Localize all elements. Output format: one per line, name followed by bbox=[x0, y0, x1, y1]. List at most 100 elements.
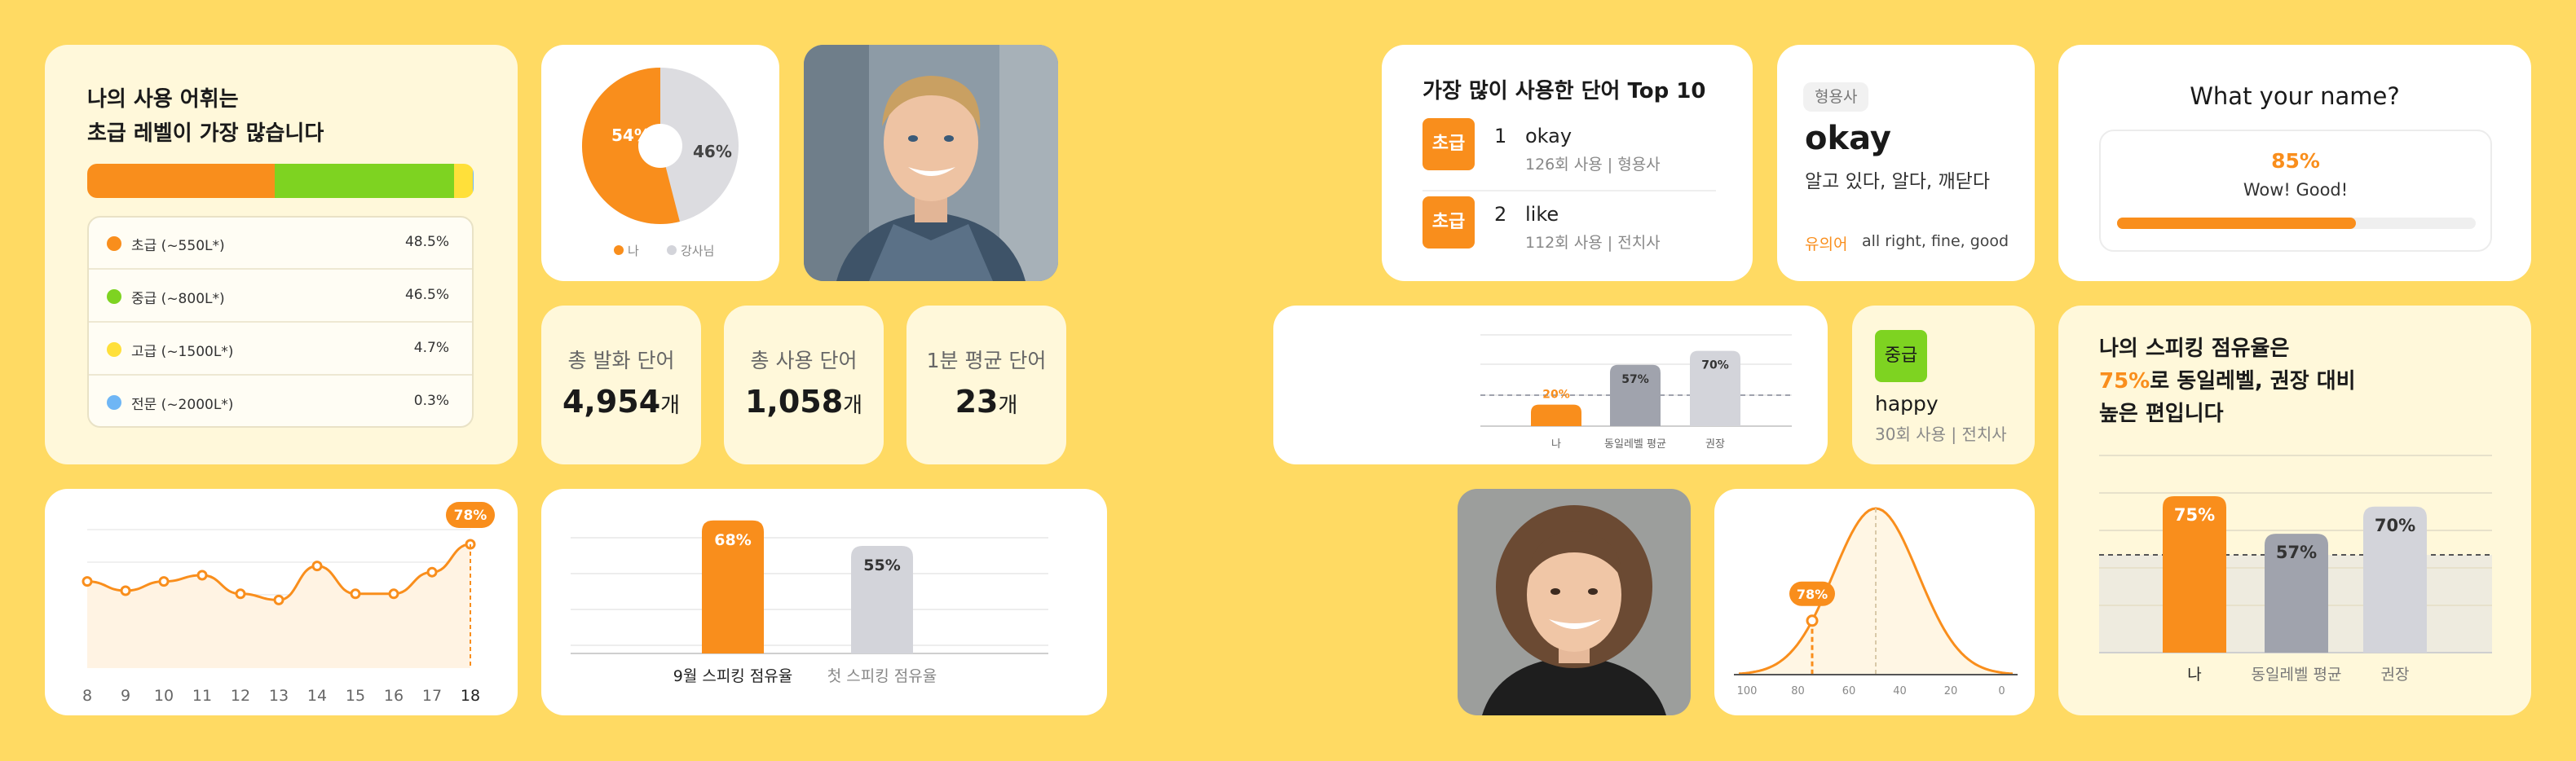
synonym-label: 유의어 bbox=[1805, 235, 1848, 253]
stacked-bar-segment bbox=[274, 164, 455, 198]
comparison-bar-label: 나 bbox=[2187, 666, 2201, 684]
level-badge: 중급 bbox=[1875, 330, 1927, 382]
stat-card-avg-per-minute: 1분 평균 단어 23개 bbox=[906, 306, 1066, 464]
line-point bbox=[196, 570, 208, 581]
beginner-dot-icon bbox=[107, 236, 121, 251]
intermediate-word-card[interactable]: 중급 happy 30회 사용 | 전치사 bbox=[1852, 306, 2035, 464]
legend-value: 0.3% bbox=[413, 393, 449, 409]
bell-curve-chart: 78% 100 80 60 40 20 0 bbox=[1734, 507, 2018, 697]
donut-label-tutor: 46% bbox=[693, 142, 732, 161]
stat-label: 1분 평균 단어 bbox=[926, 349, 1047, 372]
line-point bbox=[120, 585, 131, 596]
x-tick-label: 15 bbox=[346, 687, 365, 705]
word-rank: 2 bbox=[1494, 203, 1507, 226]
x-tick-label: 18 bbox=[461, 687, 480, 705]
name-question-title: What your name? bbox=[2190, 82, 2400, 110]
level-badge: 초급 bbox=[1423, 196, 1475, 249]
legend-me-label: 나 bbox=[628, 244, 639, 258]
donut-chart: 54% 46% 나 강사님 bbox=[582, 68, 739, 258]
stat-card-total-spoken: 총 발화 단어 4,954개 bbox=[541, 306, 701, 464]
legend-row-beginner: 초급 (~550L*) 48.5% bbox=[89, 218, 472, 270]
x-tick-label: 12 bbox=[231, 687, 250, 705]
word-meta: 126회 사용 | 형용사 bbox=[1525, 156, 1661, 174]
peak-label: 78% bbox=[454, 508, 487, 524]
woman-illustration-icon bbox=[1458, 489, 1691, 715]
word-text: like bbox=[1525, 203, 1559, 226]
name-score-card: What your name? 85% Wow! Good! bbox=[2058, 45, 2531, 281]
speaking-share-card: 68% 9월 스피킹 점유율 55% 첫 스피킹 점유율 bbox=[541, 489, 1107, 715]
mini-bar bbox=[1531, 404, 1581, 426]
stat-number: 23 bbox=[955, 384, 999, 420]
score-value: 85% bbox=[2271, 149, 2320, 173]
bell-curve-card: 78% 100 80 60 40 20 0 bbox=[1714, 489, 2035, 715]
speaking-ratio-donut-card: 54% 46% 나 강사님 bbox=[541, 45, 779, 281]
top-words-title: 가장 많이 사용한 단어 Top 10 bbox=[1423, 79, 1706, 103]
stat-value: 1,058개 bbox=[724, 384, 884, 420]
man-illustration-icon bbox=[804, 45, 1058, 281]
x-tick-label: 10 bbox=[154, 687, 174, 705]
stat-number: 1,058 bbox=[744, 384, 844, 420]
share-bar-label: 첫 스피킹 점유율 bbox=[827, 667, 937, 685]
vocab-title-line2: 초급 레벨이 가장 많습니다 bbox=[87, 121, 324, 146]
mini-bar-value: 70% bbox=[1701, 359, 1729, 372]
legend-label: 초급 (~550L*) bbox=[131, 238, 225, 254]
stat-card-total-used: 총 사용 단어 1,058개 bbox=[724, 306, 884, 464]
x-tick-label: 9 bbox=[121, 687, 130, 705]
stacked-bar-segment bbox=[472, 164, 474, 198]
detail-meaning: 알고 있다, 알다, 깨닫다 bbox=[1805, 171, 1990, 192]
score-progress-track bbox=[2117, 218, 2476, 229]
line-point bbox=[426, 566, 438, 578]
trend-line-card: 78% 8 9 10 11 12 13 14 15 16 17 18 bbox=[45, 489, 518, 715]
mini-share-card: 20% 나 57% 동일레벨 평균 70% 권장 bbox=[1273, 306, 1828, 464]
legend-tutor-label: 강사님 bbox=[681, 244, 714, 258]
line-point bbox=[273, 594, 285, 605]
line-point bbox=[82, 576, 93, 587]
trend-line-chart: 78% 8 9 10 11 12 13 14 15 16 17 18 bbox=[82, 502, 495, 705]
line-point bbox=[388, 588, 399, 600]
score-box: 85% Wow! Good! bbox=[2099, 130, 2492, 252]
legend-value: 46.5% bbox=[404, 287, 449, 303]
stat-label: 총 사용 단어 bbox=[750, 349, 858, 372]
legend-row-expert: 전문 (~2000L*) 0.3% bbox=[89, 376, 472, 429]
share-bar-value: 55% bbox=[863, 556, 900, 574]
top-word-item[interactable]: 초급 1 okay 126회 사용 | 형용사 bbox=[1423, 118, 1716, 191]
comparison-bar-value: 70% bbox=[2375, 516, 2415, 535]
vocab-stacked-bar bbox=[87, 164, 474, 198]
x-tick-label: 14 bbox=[307, 687, 327, 705]
comparison-bar-chart: 75% 나 57% 동일레벨 평균 70% 권장 bbox=[2099, 455, 2492, 684]
stat-unit: 개 bbox=[998, 394, 1018, 418]
word-meta: 30회 사용 | 전치사 bbox=[1875, 424, 2007, 444]
stat-value: 23개 bbox=[906, 384, 1066, 420]
legend-label: 중급 (~800L*) bbox=[131, 291, 225, 307]
synonym-list: all right, fine, good bbox=[1862, 232, 2009, 250]
line-point bbox=[235, 588, 246, 600]
comparison-bar-label: 동일레벨 평균 bbox=[2252, 666, 2342, 684]
x-tick-label: 0 bbox=[1998, 685, 2005, 697]
donut-label-me: 54% bbox=[611, 125, 651, 145]
legend-row-intermediate: 중급 (~800L*) 46.5% bbox=[89, 271, 472, 323]
word-rank: 1 bbox=[1494, 125, 1507, 147]
comparison-bar-label: 권장 bbox=[2381, 666, 2410, 684]
x-tick-label: 17 bbox=[422, 687, 442, 705]
x-tick-label: 100 bbox=[1737, 685, 1758, 697]
x-tick-label: 16 bbox=[384, 687, 404, 705]
legend-label: 고급 (~1500L*) bbox=[131, 344, 234, 360]
line-point bbox=[158, 576, 170, 587]
line-point bbox=[350, 588, 361, 600]
mini-bar-label: 동일레벨 평균 bbox=[1604, 438, 1666, 451]
score-progress-fill bbox=[2117, 218, 2357, 229]
legend-tutor-dot-icon bbox=[667, 245, 677, 255]
speaking-share-chart: 68% 9월 스피킹 점유율 55% 첫 스피킹 점유율 bbox=[571, 520, 1048, 685]
stat-unit: 개 bbox=[843, 394, 863, 418]
marker-label: 78% bbox=[1797, 587, 1828, 602]
advanced-dot-icon bbox=[107, 342, 121, 357]
top-word-item[interactable]: 초급 2 like 112회 사용 | 전치사 bbox=[1423, 196, 1716, 262]
mini-bar-label: 나 bbox=[1551, 438, 1561, 451]
x-tick-label: 13 bbox=[269, 687, 289, 705]
level-badge: 초급 bbox=[1423, 118, 1475, 170]
score-comment: Wow! Good! bbox=[2243, 180, 2349, 200]
mini-share-chart: 20% 나 57% 동일레벨 평균 70% 권장 bbox=[1480, 334, 1792, 451]
x-tick-label: 8 bbox=[82, 687, 92, 705]
profile-photo-man bbox=[804, 45, 1058, 281]
marker-point bbox=[1806, 614, 1819, 627]
